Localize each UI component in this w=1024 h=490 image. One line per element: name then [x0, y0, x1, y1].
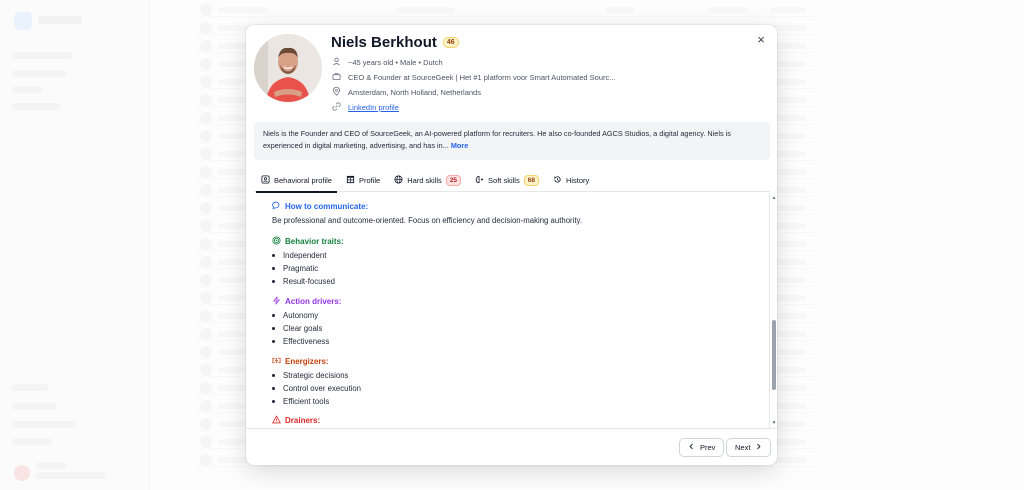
content-scrollbar[interactable]: ▲ ▼ [771, 193, 777, 428]
list-item: Independent [272, 251, 326, 260]
communicate-text: Be professional and outcome-oriented. Fo… [272, 216, 583, 225]
list-item: Effectiveness [272, 337, 329, 346]
person-icon [332, 57, 341, 68]
lightning-icon [272, 296, 281, 307]
avatar [254, 34, 322, 102]
tab-behavioral-profile[interactable]: Behavioral profile [254, 170, 339, 193]
traits-title: Behavior traits: [285, 237, 344, 246]
target-icon [272, 236, 281, 247]
more-link[interactable]: More [451, 141, 468, 150]
warning-triangle-icon [272, 415, 281, 426]
chevron-left-icon [688, 443, 695, 452]
demographics-text: ~45 years old • Male • Dutch [348, 58, 443, 67]
prev-button[interactable]: Prev [679, 438, 725, 457]
energizers-heading: Energizers: [272, 356, 329, 367]
battery-charging-icon [272, 356, 281, 367]
location-line: Amsterdam, North Holland, Netherlands [332, 86, 481, 98]
tab-soft-skills[interactable]: Soft skills 68 [468, 170, 546, 192]
candidate-name: Niels Berkhout [331, 34, 437, 51]
tab-history[interactable]: History [546, 170, 596, 192]
drivers-heading: Action drivers: [272, 296, 341, 307]
communicate-title: How to communicate: [285, 202, 369, 211]
list-item: Result-focused [272, 277, 335, 286]
next-label: Next [735, 443, 751, 452]
energizers-title: Energizers: [285, 357, 329, 366]
chat-bubble-icon [272, 201, 281, 212]
tab-label: Profile [358, 176, 381, 185]
headline-text: CEO & Founder at SourceGeek | Het #1 pla… [348, 73, 616, 82]
close-button[interactable]: × [753, 32, 769, 48]
soft-skills-count-badge: 68 [523, 175, 539, 186]
drainers-heading: Drainers: [272, 415, 320, 426]
tab-profile[interactable]: Profile [339, 170, 387, 192]
prev-label: Prev [700, 443, 716, 452]
linkedin-profile-link[interactable]: LinkedIn profile [348, 103, 399, 112]
traits-heading: Behavior traits: [272, 236, 344, 247]
list-item: Pragmatic [272, 264, 318, 273]
list-item: Autonomy [272, 311, 318, 320]
tab-label: History [565, 176, 590, 185]
link-icon [332, 102, 341, 113]
next-button[interactable]: Next [726, 438, 772, 457]
drainers-title: Drainers: [285, 416, 321, 425]
brain-icon [475, 175, 484, 186]
map-pin-icon [332, 86, 341, 98]
globe-icon [394, 175, 403, 186]
location-text: Amsterdam, North Holland, Netherlands [348, 88, 481, 97]
table-icon [346, 175, 355, 186]
id-card-icon [261, 175, 270, 186]
scrollbar-thumb[interactable] [772, 320, 776, 390]
tab-hard-skills[interactable]: Hard skills 25 [387, 170, 468, 192]
demographics-line: ~45 years old • Male • Dutch [332, 57, 443, 68]
scroll-up-arrow-icon[interactable]: ▲ [771, 195, 777, 201]
list-item: Strategic decisions [272, 371, 348, 380]
communicate-heading: How to communicate: [272, 201, 368, 212]
summary-box: Niels is the Founder and CEO of SourceGe… [254, 122, 770, 160]
headline-line: CEO & Founder at SourceGeek | Het #1 pla… [332, 72, 616, 83]
modal-footer: Prev Next [246, 428, 777, 465]
name-row: Niels Berkhout 46 [331, 34, 459, 51]
drivers-title: Action drivers: [285, 297, 342, 306]
linkedin-line: LinkedIn profile [332, 102, 399, 113]
summary-text: Niels is the Founder and CEO of SourceGe… [263, 129, 731, 150]
list-item: Clear goals [272, 324, 322, 333]
behavioral-profile-content: How to communicate: Be professional and … [254, 193, 770, 428]
history-icon [553, 175, 562, 186]
score-badge: 46 [442, 37, 459, 48]
tab-label: Hard skills [407, 176, 442, 185]
chevron-right-icon [755, 443, 762, 452]
list-item: Control over execution [272, 384, 361, 393]
scroll-down-arrow-icon[interactable]: ▼ [771, 420, 777, 426]
list-item: Efficient tools [272, 397, 329, 406]
briefcase-icon [332, 72, 341, 83]
tab-bar: Behavioral profile Profile Hard skills 2… [254, 170, 770, 193]
profile-modal: × Niels Berkhout 46 ~45 years old • Male… [246, 25, 777, 465]
avatar-photo [254, 34, 322, 102]
hard-skills-count-badge: 25 [445, 175, 462, 186]
tab-label: Soft skills [488, 176, 520, 185]
tab-label: Behavioral profile [274, 176, 332, 185]
